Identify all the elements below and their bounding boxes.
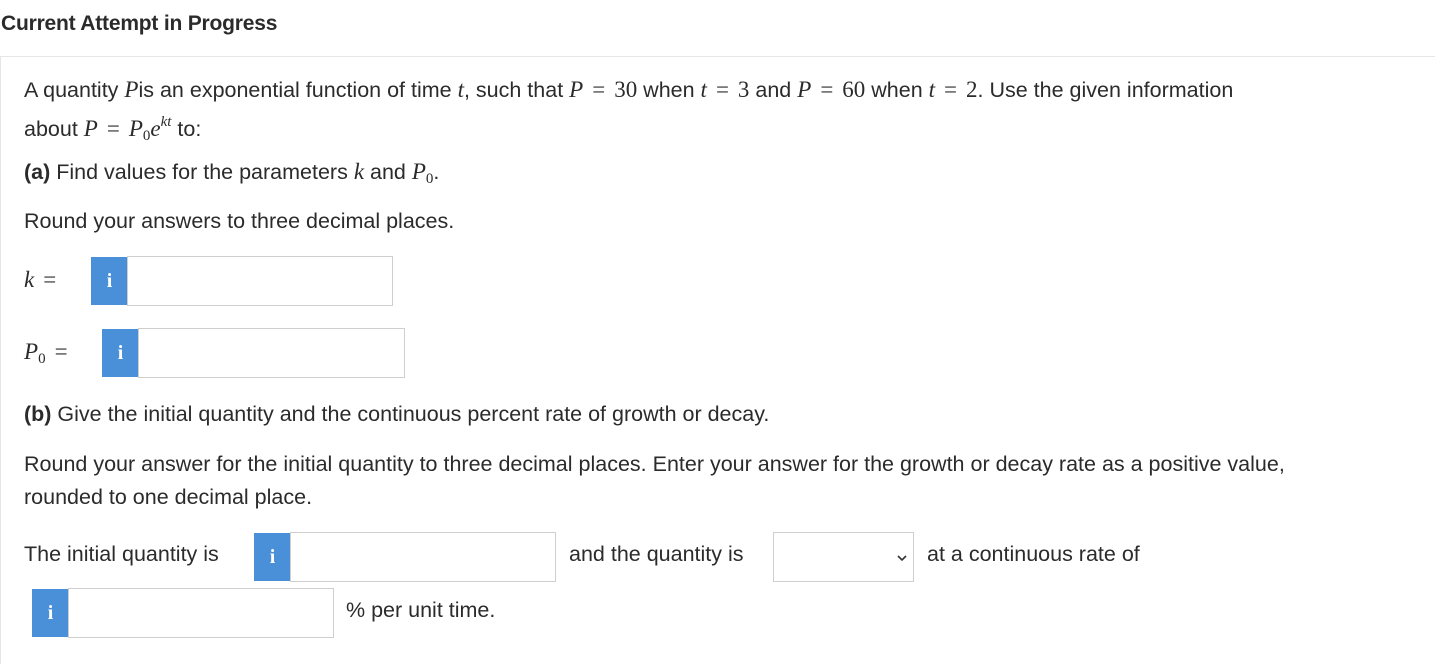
problem-text: Find values for the parameters (50, 160, 354, 184)
problem-text: A quantity (24, 78, 125, 102)
part-a-rounding-instruction: Round your answers to three decimal plac… (24, 209, 455, 233)
math-var-p0: P (411, 159, 426, 184)
initial-quantity-input[interactable] (290, 532, 556, 582)
problem-text: is an exponential function of time (138, 78, 458, 102)
info-icon[interactable]: i (91, 257, 128, 305)
math-var-p: P (124, 77, 139, 102)
problem-text: , such that (463, 78, 570, 102)
problem-text: about (24, 117, 84, 141)
problem-text: to: (171, 117, 202, 141)
math-var-p: P (83, 116, 98, 141)
part-b-rounding-instruction-line1: Round your answer for the initial quanti… (24, 452, 1285, 476)
math-var-p: P (797, 77, 812, 102)
rate-unit-label: % per unit time. (346, 598, 496, 622)
info-icon[interactable]: i (32, 589, 69, 637)
header-bar: Current Attempt in Progress (0, 0, 1435, 57)
math-subscript: 0 (38, 351, 46, 367)
equals-sign: = (944, 77, 958, 102)
problem-text: and (364, 160, 412, 184)
problem-text: Give the initial quantity and the contin… (51, 402, 770, 426)
k-answer-input[interactable] (127, 256, 393, 306)
part-a-label: (a) (24, 160, 51, 184)
problem-text: and (749, 78, 798, 102)
continuous-rate-label: at a continuous rate of (927, 542, 1140, 566)
part-b-rounding-instruction-line2: rounded to one decimal place. (24, 485, 313, 509)
page-title: Current Attempt in Progress (1, 12, 278, 35)
equals-sign: = (54, 339, 68, 364)
problem-text: when (637, 78, 701, 102)
math-var-k: k (353, 159, 365, 184)
rate-percent-input[interactable] (68, 588, 334, 638)
math-var-p: P (569, 77, 584, 102)
math-number: 60 (842, 77, 866, 102)
math-var-k: k (24, 267, 35, 292)
math-number: 30 (614, 77, 638, 102)
k-label: k = (24, 263, 65, 297)
math-exponent: kt (160, 114, 172, 130)
growth-decay-select[interactable] (773, 532, 914, 582)
math-var-p0: P (128, 116, 143, 141)
equals-sign: = (106, 116, 120, 141)
quantity-trend-label: and the quantity is (569, 542, 744, 566)
math-var-p0: P (24, 339, 39, 364)
equals-sign: = (592, 77, 606, 102)
problem-statement-line1: A quantity Pis an exponential function o… (24, 73, 1233, 107)
part-b-prompt: (b) Give the initial quantity and the co… (24, 398, 769, 431)
math-number: 2 (966, 77, 978, 102)
math-var-t: t (928, 77, 936, 102)
p0-answer-input[interactable] (138, 328, 405, 378)
problem-text: when (865, 78, 929, 102)
info-icon[interactable]: i (102, 329, 139, 377)
math-number: 3 (737, 77, 750, 102)
p0-label: P0 = (24, 335, 77, 376)
problem-text: . (433, 160, 440, 184)
info-icon[interactable]: i (254, 533, 291, 581)
part-a-prompt: (a) Find values for the parameters k and… (24, 155, 439, 196)
part-b-label: (b) (24, 402, 52, 426)
problem-text: . Use the given information (977, 78, 1234, 102)
equals-sign: = (43, 267, 57, 292)
equals-sign: = (715, 77, 729, 102)
chevron-down-icon (897, 555, 907, 562)
problem-statement-line2: about P = P0ekt to: (24, 106, 201, 153)
equals-sign: = (820, 77, 834, 102)
math-e: e (150, 116, 161, 141)
math-var-t: t (700, 77, 707, 102)
initial-quantity-label: The initial quantity is (24, 542, 219, 566)
